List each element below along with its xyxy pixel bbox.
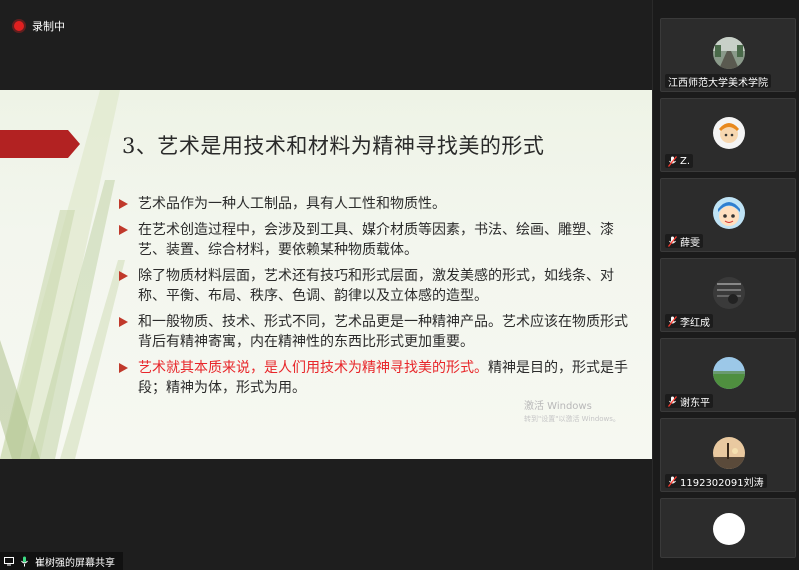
bullet-arrow-icon: [119, 363, 128, 373]
avatar: [713, 513, 745, 545]
avatar: [713, 117, 745, 149]
participant-name: 1192302091刘涛: [680, 477, 764, 489]
windows-activation-watermark: 激活 Windows 转到"设置"以激活 Windows。: [524, 401, 620, 425]
bullet-text: 除了物质材料层面，艺术还有技巧和形式层面，激发美感的形式，如线条、对称、平衡、布…: [138, 268, 614, 304]
participant-name-tag: 李红成: [665, 314, 713, 329]
participant-name: 薛雯: [680, 237, 700, 249]
screen-share-area: 录制中 3、艺术是用技术和材料为精神寻找美的形式 艺术品作为一种人工制品，具有人…: [0, 0, 652, 570]
participant-name: 江西师范大学美术学院: [668, 77, 768, 89]
bullet-item: 除了物质材料层面，艺术还有技巧和形式层面，激发美感的形式，如线条、对称、平衡、布…: [118, 266, 638, 306]
watermark-line2: 转到"设置"以激活 Windows。: [524, 415, 620, 423]
mic-muted-icon: [668, 395, 677, 407]
mic-icon: [21, 556, 28, 566]
mic-muted-icon: [668, 475, 677, 487]
participant-tile[interactable]: 李红成: [660, 258, 796, 332]
recording-indicator[interactable]: 录制中: [14, 18, 65, 34]
bullet-item: 在艺术创造过程中，会涉及到工具、媒介材质等因素，书法、绘画、雕塑、漆艺、装置、综…: [118, 220, 638, 260]
mic-muted-icon: [668, 155, 677, 167]
participant-name-tag: 谢东平: [665, 394, 713, 409]
avatar: [713, 357, 745, 389]
bullet-item: 艺术就其本质来说，是人们用技术为精神寻找美的形式。精神是目的，形式是手段；精神为…: [118, 358, 638, 398]
participant-name-tag: 1192302091刘涛: [665, 474, 767, 489]
recording-label: 录制中: [32, 20, 65, 33]
participant-name: 李红成: [680, 317, 710, 329]
bullet-item: 和一般物质、技术、形式不同，艺术品更是一种精神产品。艺术应该在物质形式背后有精神…: [118, 312, 638, 352]
avatar: [713, 37, 745, 69]
mic-muted-icon: [668, 235, 677, 247]
avatar: [713, 277, 745, 309]
participant-tile[interactable]: 谢东平: [660, 338, 796, 412]
participant-name-tag: Z.: [665, 154, 694, 168]
slide-bullet-list: 艺术品作为一种人工制品，具有人工性和物质性。 在艺术创造过程中，会涉及到工具、媒…: [118, 194, 638, 404]
avatar: [713, 197, 745, 229]
record-dot-icon: [14, 21, 24, 31]
participants-panel: 江西师范大学美术学院 Z. 薛雯 李红成 谢东平 1192302091刘涛: [652, 0, 799, 570]
participant-name-tag: 江西师范大学美术学院: [665, 74, 771, 89]
title-arrow-banner: [0, 130, 80, 158]
participant-tile[interactable]: Z.: [660, 98, 796, 172]
bullet-arrow-icon: [119, 225, 128, 235]
share-screen-icon: [4, 557, 14, 566]
participant-tile[interactable]: 1192302091刘涛: [660, 418, 796, 492]
participant-name: Z.: [680, 155, 691, 167]
avatar: [713, 437, 745, 469]
bullet-arrow-icon: [119, 317, 128, 327]
participant-name: 谢东平: [680, 397, 710, 409]
screen-share-label: 崔树强的屏幕共享: [0, 552, 123, 570]
watermark-line1: 激活 Windows: [524, 401, 592, 412]
participant-tile[interactable]: [660, 498, 796, 558]
bullet-text: 和一般物质、技术、形式不同，艺术品更是一种精神产品。艺术应该在物质形式背后有精神…: [138, 314, 628, 350]
bullet-arrow-icon: [119, 199, 128, 209]
participant-name-tag: 薛雯: [665, 234, 703, 249]
bullet-item: 艺术品作为一种人工制品，具有人工性和物质性。: [118, 194, 638, 214]
bullet-text: 艺术品作为一种人工制品，具有人工性和物质性。: [138, 196, 446, 212]
participant-tile[interactable]: 江西师范大学美术学院: [660, 18, 796, 92]
bullet-arrow-icon: [119, 271, 128, 281]
participant-tile[interactable]: 薛雯: [660, 178, 796, 252]
slide-title: 3、艺术是用技术和材料为精神寻找美的形式: [122, 134, 545, 158]
share-owner-label: 崔树强的屏幕共享: [35, 557, 115, 569]
bullet-highlight-text: 艺术就其本质来说，是人们用技术为精神寻找美的形式。: [138, 360, 488, 376]
presentation-slide: 3、艺术是用技术和材料为精神寻找美的形式 艺术品作为一种人工制品，具有人工性和物…: [0, 90, 652, 459]
bullet-text: 在艺术创造过程中，会涉及到工具、媒介材质等因素，书法、绘画、雕塑、漆艺、装置、综…: [138, 222, 614, 258]
meeting-window: 录制中 3、艺术是用技术和材料为精神寻找美的形式 艺术品作为一种人工制品，具有人…: [0, 0, 799, 570]
mic-muted-icon: [668, 315, 677, 327]
